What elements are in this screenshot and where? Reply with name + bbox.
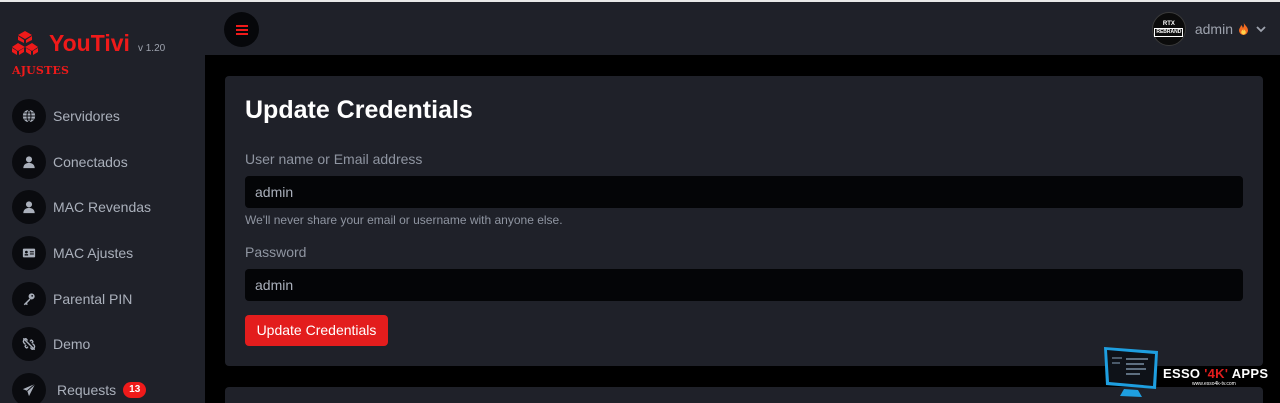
- watermark-suffix: APPS: [1228, 366, 1269, 381]
- user-icon: [12, 190, 46, 225]
- sidebar-item-label: Parental PIN: [53, 290, 133, 307]
- brand[interactable]: YouTivi v 1.20: [12, 30, 165, 56]
- sidebar-item-mac-ajustes[interactable]: MAC Ajustes: [12, 236, 151, 271]
- sidebar-item-requests[interactable]: Requests 13: [12, 373, 151, 403]
- sidebar-nav: Servidores Conectados MAC Revendas MAC A…: [12, 99, 151, 403]
- user-menu[interactable]: RTX REBRAND admin: [1151, 12, 1266, 46]
- username-input[interactable]: admin: [245, 176, 1243, 208]
- app-root: YouTivi v 1.20 AJUSTES Servidores Conect…: [0, 0, 1280, 403]
- cubes-logo-icon: [12, 31, 38, 55]
- fire-icon: [1239, 22, 1248, 35]
- sidebar-item-servidores[interactable]: Servidores: [12, 99, 151, 133]
- user-name: admin: [1194, 21, 1233, 37]
- watermark-url: www.esso4k-tv.com: [1192, 381, 1236, 387]
- sidebar-item-label: Servidores: [53, 108, 120, 124]
- sidebar-item-label: MAC Ajustes: [53, 245, 134, 262]
- sidebar-item-conectados[interactable]: Conectados: [12, 144, 151, 179]
- sidebar-item-demo[interactable]: Demo: [12, 327, 151, 362]
- watermark: ESSO '4K' APPS www.esso4k-tv.com: [1102, 344, 1280, 403]
- update-credentials-button[interactable]: Update Credentials: [245, 315, 388, 346]
- password-label: Password: [245, 244, 307, 260]
- avatar-subtext: REBRAND: [1154, 28, 1184, 37]
- monitor-logo-icon: [1104, 347, 1158, 397]
- topbar: RTX REBRAND admin: [205, 0, 1280, 55]
- sidebar-item-label: Requests: [57, 382, 117, 399]
- username-help-text: We'll never share your email or username…: [245, 213, 563, 227]
- id-card-icon: [12, 236, 46, 271]
- username-label: User name or Email address: [245, 151, 423, 167]
- requests-count-badge: 13: [123, 382, 147, 399]
- chevron-down-icon: [1256, 25, 1266, 32]
- password-input[interactable]: admin: [245, 269, 1243, 301]
- avatar-text: RTX: [1162, 21, 1175, 27]
- credentials-card: Update Credentials User name or Email ad…: [225, 76, 1263, 366]
- user-icon: [12, 144, 46, 179]
- sidebar-item-label: Conectados: [53, 153, 128, 170]
- page-title: Update Credentials: [245, 96, 473, 124]
- globe-icon: [12, 99, 46, 133]
- watermark-title: ESSO '4K' APPS: [1163, 366, 1268, 381]
- menu-toggle-button[interactable]: [224, 12, 259, 47]
- sidebar-item-label: Demo: [53, 336, 91, 353]
- watermark-prefix: ESSO: [1163, 366, 1205, 381]
- sidebar-item-parental-pin[interactable]: Parental PIN: [12, 281, 151, 316]
- brand-name: YouTivi: [49, 30, 130, 56]
- section-label: AJUSTES: [12, 64, 70, 77]
- brand-version: v 1.20: [137, 43, 166, 54]
- sidebar-item-mac-revendas[interactable]: MAC Revendas: [12, 190, 152, 225]
- unlink-icon: [12, 327, 46, 362]
- sidebar-item-label: MAC Revendas: [53, 199, 152, 216]
- hamburger-icon: [235, 24, 248, 35]
- paper-plane-icon: [12, 373, 46, 403]
- watermark-highlight: '4K': [1204, 366, 1229, 381]
- avatar: RTX REBRAND: [1151, 12, 1186, 46]
- sidebar: YouTivi v 1.20 AJUSTES Servidores Conect…: [0, 0, 205, 403]
- key-icon: [12, 281, 46, 316]
